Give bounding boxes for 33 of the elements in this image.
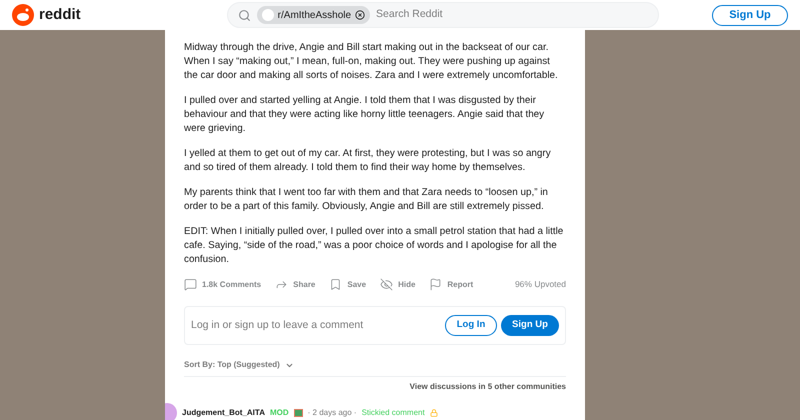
search-field[interactable]: r/AmItheAsshole Search Reddit bbox=[226, 2, 659, 28]
post-action-button[interactable]: Hide bbox=[380, 278, 416, 291]
mod-label: MOD bbox=[270, 407, 289, 419]
eye-off-icon bbox=[380, 278, 394, 291]
post-paragraph: Midway through the drive, Angie and Bill start making out in the backseat of our car. When I say “making out,” I mean, full-on, making out. They were pushing up against the car door and making all sorts of noises. Zara and I were extremely uncomfortable. bbox=[184, 41, 559, 83]
post-paragraph: EDIT: When I initially pulled over, I pulled over into a small petrol station that had a little cafe. Saying, “side of the road,” was a poor choice of words and I apologise for all the confusion. bbox=[184, 225, 564, 267]
sign-up-button[interactable]: Sign Up bbox=[712, 4, 788, 26]
lock-icon bbox=[430, 409, 438, 417]
subreddit-chip[interactable]: r/AmItheAsshole bbox=[256, 6, 370, 24]
post-action-button[interactable]: Save bbox=[329, 278, 366, 291]
comment-time: · 2 days ago · bbox=[308, 407, 357, 419]
post-paragraph: I yelled at them to get out of my car. At first, they were protesting, but I was so angry and so tired of them already. I told them to find their way home by themselves. bbox=[184, 147, 552, 175]
comment-prompt: Log in or sign up to leave a comment bbox=[191, 318, 364, 333]
bookmark-icon bbox=[329, 278, 342, 291]
comment-author[interactable]: Judgement_Bot_AITA bbox=[182, 407, 265, 419]
post-paragraph: My parents think that I went too far with them and that Zara needs to “loosen up,” in order to be a part of this family. Obviously, Angie and Bill are still extremely pissed. bbox=[184, 186, 549, 214]
comment-icon bbox=[184, 278, 197, 291]
search-input[interactable]: Search Reddit bbox=[376, 7, 648, 23]
logo-wordmark[interactable]: reddit bbox=[39, 4, 81, 26]
other-discussions-link[interactable]: View discussions in 5 other communities bbox=[410, 381, 566, 393]
post-action-button[interactable]: 1.8k Comments bbox=[184, 278, 262, 291]
close-icon[interactable] bbox=[355, 10, 366, 20]
upvote-ratio: 96% Upvoted bbox=[514, 278, 566, 291]
log-in-button[interactable]: Log In bbox=[445, 315, 497, 336]
post-action-button[interactable]: Share bbox=[275, 278, 316, 291]
stickied-label: Stickied comment bbox=[362, 407, 425, 419]
sign-up-button[interactable]: Sign Up bbox=[501, 315, 559, 336]
post-action-button[interactable]: Report bbox=[429, 278, 474, 291]
reddit-logo-icon[interactable] bbox=[12, 4, 34, 26]
flag-icon bbox=[429, 278, 442, 291]
sort-dropdown[interactable]: Sort By: Top (Suggested) bbox=[184, 359, 294, 371]
post-paragraph: I pulled over and started yelling at Angie. I told them that I was disgusted by their behaviour and that they were acting like horny little teenagers. Angie said that they were grieving. bbox=[184, 94, 546, 136]
search-icon bbox=[238, 8, 251, 22]
